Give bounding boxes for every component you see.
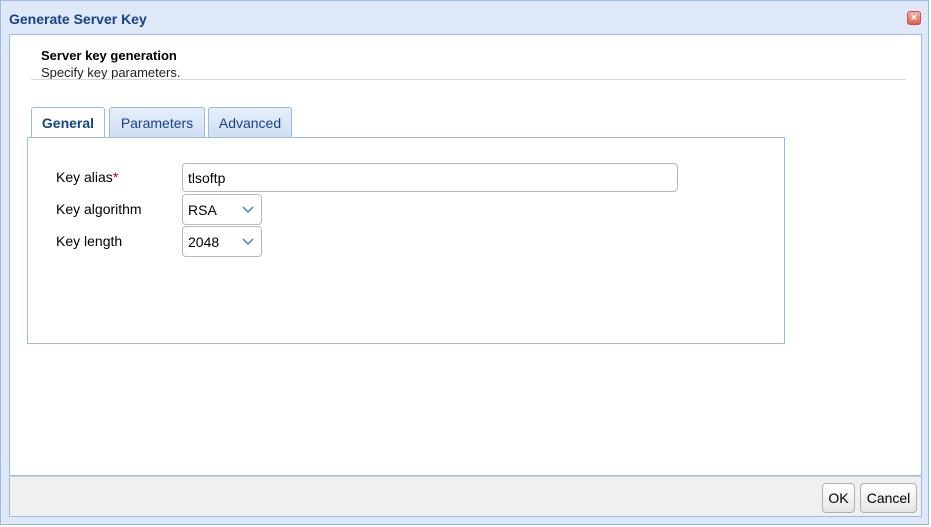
ok-button[interactable]: OK [822,483,855,513]
dialog-footer: OK Cancel [9,476,922,517]
key-alias-label-text: Key alias [56,169,113,185]
key-algorithm-value: RSA [188,202,217,218]
chevron-down-icon[interactable] [235,195,261,224]
close-icon[interactable]: × [907,11,921,25]
tab-advanced[interactable]: Advanced [208,107,292,138]
window-title: Generate Server Key [9,11,147,27]
key-alias-input[interactable] [182,163,678,192]
key-algorithm-label: Key algorithm [56,201,142,217]
tab-general[interactable]: General [31,107,105,139]
cancel-button[interactable]: Cancel [860,483,917,513]
chevron-down-icon[interactable] [235,227,261,256]
required-mark: * [112,169,119,185]
key-length-label: Key length [56,233,123,249]
general-tab-panel: Key alias* Key algorithm RSA Key length … [27,137,785,344]
dialog-body: Server key generation Specify key parame… [9,34,922,476]
section-subtitle: Specify key parameters. [41,65,181,80]
title-bar[interactable]: Generate Server Key × [1,1,928,35]
key-algorithm-select[interactable]: RSA [182,194,262,225]
section-title: Server key generation [41,48,177,63]
header-divider [31,79,906,80]
key-length-value: 2048 [188,234,220,250]
tab-parameters[interactable]: Parameters [109,107,205,138]
key-length-select[interactable]: 2048 [182,226,262,257]
key-alias-label: Key alias* [56,169,118,185]
